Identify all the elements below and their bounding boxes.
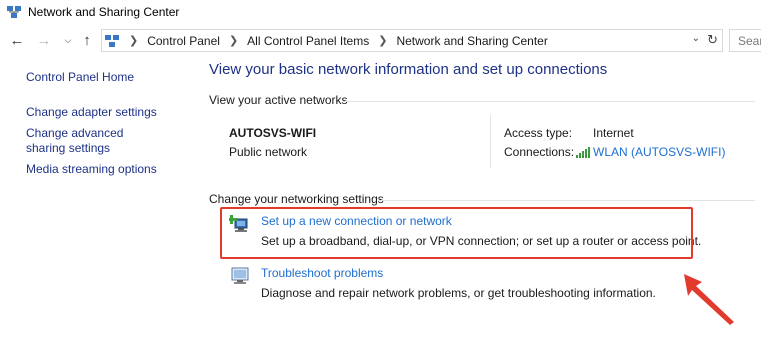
wifi-signal-icon bbox=[576, 147, 590, 158]
sidebar-item-media-streaming[interactable]: Media streaming options bbox=[26, 162, 176, 177]
section-divider bbox=[378, 200, 755, 201]
sidebar-item-advanced-sharing[interactable]: Change advanced sharing settings bbox=[26, 126, 166, 156]
control-panel-icon bbox=[105, 34, 119, 47]
troubleshoot-problems-description: Diagnose and repair network problems, or… bbox=[261, 286, 656, 300]
arrow-right-icon[interactable]: → bbox=[35, 31, 53, 49]
troubleshoot-icon bbox=[231, 267, 249, 284]
address-bar[interactable]: ❯ Control Panel ❯ All Control Panel Item… bbox=[101, 29, 723, 52]
access-type-value: Internet bbox=[593, 126, 634, 140]
access-type-label: Access type: bbox=[504, 126, 573, 140]
sidebar-item-adapter-settings[interactable]: Change adapter settings bbox=[26, 105, 176, 120]
breadcrumb-network-sharing[interactable]: Network and Sharing Center bbox=[396, 34, 547, 48]
section-divider bbox=[343, 101, 755, 102]
column-divider bbox=[490, 115, 491, 168]
arrow-up-icon[interactable]: ↑ bbox=[78, 31, 96, 49]
chevron-right-icon[interactable]: ❯ bbox=[378, 34, 387, 47]
annotation-arrow-icon bbox=[684, 274, 734, 325]
arrow-left-icon[interactable]: ← bbox=[8, 31, 26, 49]
search-input[interactable]: Sear bbox=[729, 29, 761, 52]
annotation-highlight-box bbox=[220, 207, 693, 259]
title-bar: Network and Sharing Center bbox=[0, 0, 761, 24]
connection-link-label[interactable]: WLAN (AUTOSVS-WIFI) bbox=[593, 145, 725, 159]
breadcrumb-all-items[interactable]: All Control Panel Items bbox=[247, 34, 369, 48]
navigation-bar: ← → ⌵ ↑ ❯ Control Panel ❯ All Control Pa… bbox=[0, 28, 761, 54]
address-dropdown-icon[interactable]: ⌄ bbox=[692, 33, 700, 44]
network-sharing-icon bbox=[7, 6, 21, 18]
sidebar-item-control-panel-home[interactable]: Control Panel Home bbox=[26, 70, 134, 85]
troubleshoot-problems-link[interactable]: Troubleshoot problems bbox=[261, 266, 383, 280]
network-category[interactable]: Public network bbox=[229, 145, 307, 159]
connections-label: Connections: bbox=[504, 145, 575, 159]
page-title: View your basic network information and … bbox=[209, 61, 608, 78]
refresh-icon[interactable]: ↻ bbox=[707, 32, 718, 48]
chevron-right-icon: ❯ bbox=[129, 35, 139, 47]
active-networks-heading: View your active networks bbox=[209, 93, 348, 107]
window-title: Network and Sharing Center bbox=[28, 5, 180, 19]
breadcrumb-control-panel[interactable]: Control Panel bbox=[147, 34, 220, 48]
wlan-connection-link[interactable]: WLAN (AUTOSVS-WIFI) bbox=[575, 145, 725, 159]
chevron-down-icon[interactable]: ⌵ bbox=[59, 31, 77, 49]
chevron-right-icon[interactable]: ❯ bbox=[229, 34, 238, 47]
network-name: AUTOSVS-WIFI bbox=[229, 126, 317, 140]
networking-settings-heading: Change your networking settings bbox=[209, 192, 384, 206]
